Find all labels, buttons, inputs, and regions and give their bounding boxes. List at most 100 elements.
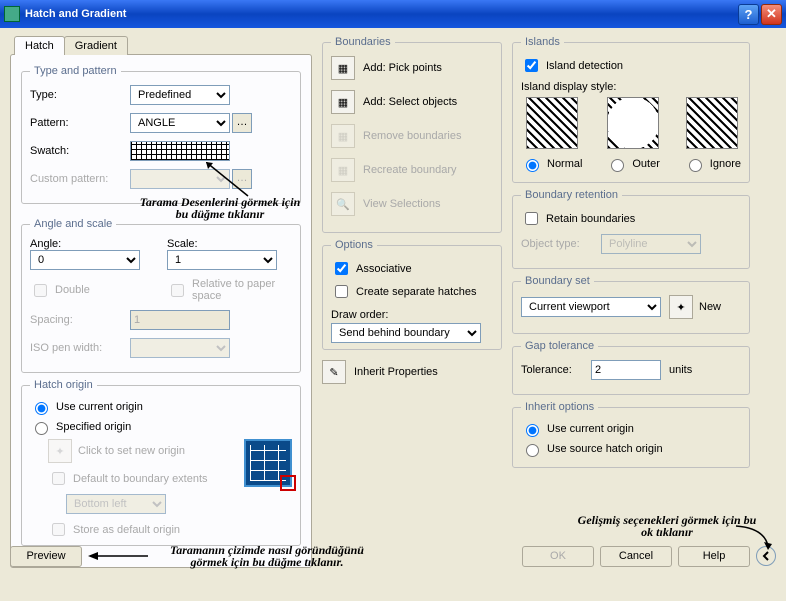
recreate-boundary-icon: ▦	[331, 158, 355, 182]
object-type-label: Object type:	[521, 238, 601, 250]
island-detection-checkbox[interactable]	[525, 59, 538, 72]
recreate-boundary-label: Recreate boundary	[363, 164, 457, 176]
boundary-set-select[interactable]: Current viewport	[521, 297, 661, 317]
preview-annotation: Taramanın çizimde nasıl göründüğünü görm…	[152, 544, 382, 568]
scale-select[interactable]: 1	[167, 250, 277, 270]
angle-scale-group: Angle and scale Angle: 0 Scale: 1 Double…	[21, 218, 301, 373]
origin-preview-icon	[244, 439, 292, 487]
angle-select[interactable]: 0	[30, 250, 140, 270]
type-select[interactable]: Predefined	[130, 85, 230, 105]
inherit-current-radio[interactable]	[526, 424, 539, 437]
boundary-set-legend: Boundary set	[521, 275, 594, 287]
boundary-set-new-icon[interactable]: ✦	[669, 295, 693, 319]
advanced-annotation: Gelişmiş seçenekleri görmek için bu ok t…	[572, 514, 762, 538]
title-bar: Hatch and Gradient ? ✕	[0, 0, 786, 28]
angle-scale-legend: Angle and scale	[30, 218, 116, 230]
pick-points-icon[interactable]: ▦	[331, 56, 355, 80]
ok-button: OK	[522, 546, 594, 567]
pattern-label: Pattern:	[30, 117, 130, 129]
inherit-current-label: Use current origin	[547, 423, 634, 435]
boundary-retention-group: Boundary retention Retain boundaries Obj…	[512, 189, 750, 269]
tolerance-input[interactable]	[591, 360, 661, 380]
boundary-set-group: Boundary set Current viewport ✦ New	[512, 275, 750, 334]
tab-panel-hatch: Type and pattern Type: Predefined Patter…	[10, 54, 312, 568]
view-selections-label: View Selections	[363, 198, 440, 210]
inherit-options-group: Inherit options Use current origin Use s…	[512, 401, 750, 468]
island-detection-label: Island detection	[546, 60, 623, 72]
expand-arrow-button[interactable]	[756, 546, 776, 566]
inherit-source-radio[interactable]	[526, 444, 539, 457]
close-window-button[interactable]: ✕	[761, 4, 782, 25]
tab-gradient[interactable]: Gradient	[64, 36, 128, 55]
view-selections-icon: 🔍	[331, 192, 355, 216]
separate-hatches-checkbox[interactable]	[335, 285, 348, 298]
island-outer-preview[interactable]	[607, 97, 659, 149]
islands-group: Islands Island detection Island display …	[512, 36, 750, 183]
relative-label: Relative to paper space	[192, 278, 292, 302]
island-outer-label: Outer	[632, 158, 660, 170]
use-current-origin-radio[interactable]	[35, 402, 48, 415]
boundaries-legend: Boundaries	[331, 36, 395, 48]
pattern-browse-button[interactable]: …	[232, 113, 252, 133]
swatch-annotation: Tarama Desenlerini görmek için bu düğme …	[135, 196, 305, 220]
cancel-button[interactable]: Cancel	[600, 546, 672, 567]
options-group: Options Associative Create separate hatc…	[322, 239, 502, 350]
select-objects-label: Add: Select objects	[363, 96, 457, 108]
tolerance-label: Tolerance:	[521, 364, 591, 376]
inherit-source-label: Use source hatch origin	[547, 443, 663, 455]
help-button[interactable]: Help	[678, 546, 750, 567]
type-label: Type:	[30, 89, 130, 101]
spacing-label: Spacing:	[30, 314, 130, 326]
custom-pattern-label: Custom pattern:	[30, 173, 130, 185]
associative-checkbox[interactable]	[335, 262, 348, 275]
help-window-button[interactable]: ?	[738, 4, 759, 25]
separate-hatches-label: Create separate hatches	[356, 286, 476, 298]
app-icon	[4, 6, 20, 22]
draw-order-select[interactable]: Send behind boundary	[331, 323, 481, 343]
island-normal-radio[interactable]	[526, 159, 539, 172]
chevron-left-icon	[761, 551, 771, 561]
store-default-checkbox	[52, 523, 65, 536]
inherit-properties-icon[interactable]: ✎	[322, 360, 346, 384]
custom-pattern-select	[130, 169, 230, 189]
swatch-preview[interactable]	[130, 141, 230, 161]
draw-order-label: Draw order:	[331, 309, 493, 321]
boundary-set-new-label: New	[699, 301, 721, 313]
select-objects-icon[interactable]: ▦	[331, 90, 355, 114]
inherit-properties-label: Inherit Properties	[354, 366, 438, 378]
object-type-select: Polyline	[601, 234, 701, 254]
specified-origin-label: Specified origin	[56, 421, 131, 433]
island-normal-label: Normal	[547, 158, 582, 170]
inherit-options-legend: Inherit options	[521, 401, 598, 413]
boundary-retention-legend: Boundary retention	[521, 189, 622, 201]
island-normal-preview[interactable]	[526, 97, 578, 149]
spacing-input	[130, 310, 230, 330]
remove-boundaries-icon: ▦	[331, 124, 355, 148]
gap-tolerance-group: Gap tolerance Tolerance: units	[512, 340, 750, 395]
set-origin-icon: ✦	[48, 439, 72, 463]
iso-label: ISO pen width:	[30, 342, 130, 354]
island-outer-radio[interactable]	[611, 159, 624, 172]
default-extents-checkbox	[52, 472, 65, 485]
custom-pattern-browse-button: …	[232, 169, 252, 189]
preview-button[interactable]: Preview	[10, 546, 82, 567]
associative-label: Associative	[356, 263, 412, 275]
swatch-label: Swatch:	[30, 145, 130, 157]
default-extents-label: Default to boundary extents	[73, 473, 208, 485]
island-display-style-label: Island display style:	[521, 81, 741, 93]
specified-origin-radio[interactable]	[35, 422, 48, 435]
relative-checkbox	[171, 284, 184, 297]
use-current-origin-label: Use current origin	[56, 401, 143, 413]
angle-label: Angle:	[30, 238, 155, 250]
retain-boundaries-checkbox[interactable]	[525, 212, 538, 225]
type-pattern-legend: Type and pattern	[30, 65, 121, 77]
islands-legend: Islands	[521, 36, 564, 48]
gap-tolerance-legend: Gap tolerance	[521, 340, 598, 352]
scale-label: Scale:	[167, 238, 292, 250]
pick-points-label: Add: Pick points	[363, 62, 442, 74]
island-ignore-preview[interactable]	[686, 97, 738, 149]
tab-hatch[interactable]: Hatch	[14, 36, 65, 55]
pattern-select[interactable]: ANGLE	[130, 113, 230, 133]
island-ignore-radio[interactable]	[689, 159, 702, 172]
island-ignore-label: Ignore	[710, 158, 741, 170]
